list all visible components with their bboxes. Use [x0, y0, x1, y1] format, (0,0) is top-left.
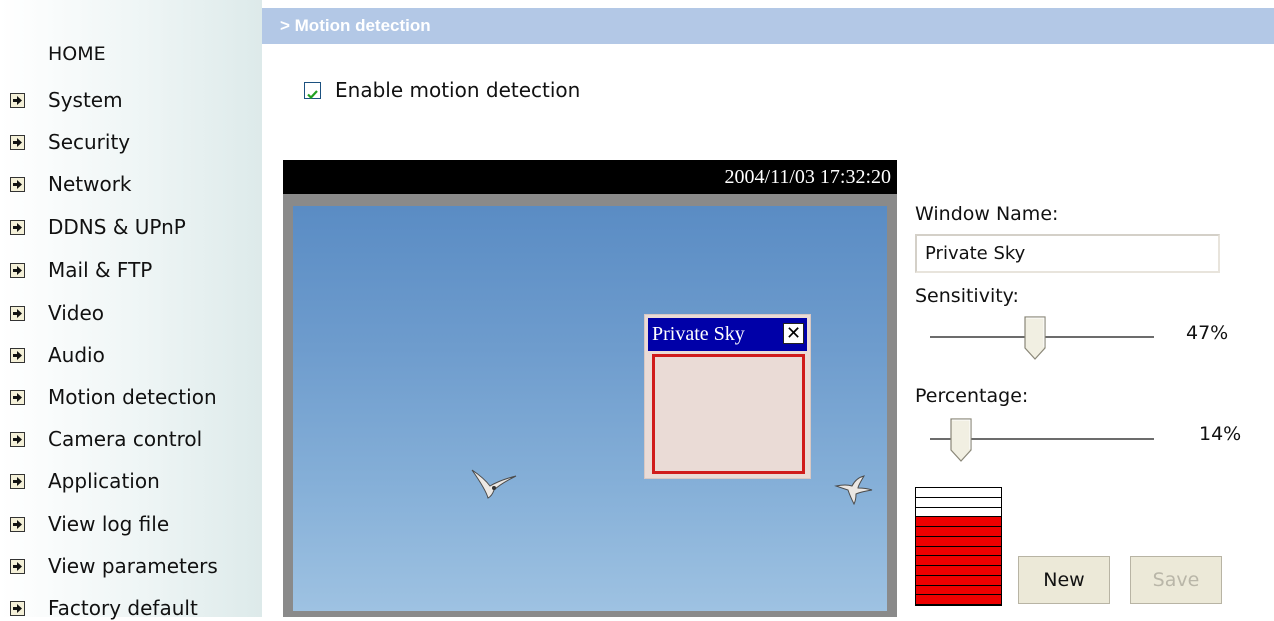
sidebar-item-label: Mail & FTP	[48, 258, 153, 282]
new-button[interactable]: New	[1018, 556, 1110, 604]
sidebar-item-view-parameters[interactable]: View parameters	[10, 553, 218, 579]
motion-window[interactable]: Private Sky ✕	[644, 314, 811, 479]
arrow-right-icon	[10, 176, 25, 192]
sidebar-item-label: Factory default	[48, 596, 198, 620]
level-cell	[916, 536, 1001, 547]
slider-thumb[interactable]	[950, 418, 972, 462]
arrow-right-icon	[10, 600, 25, 616]
arrow-right-icon	[10, 92, 25, 108]
home-link[interactable]: HOME	[48, 43, 106, 65]
timestamp-bar: 2004/11/03 17:32:20	[283, 160, 897, 194]
window-name-input[interactable]	[915, 234, 1220, 273]
section-header: > Motion detection	[262, 8, 1274, 44]
level-cell	[916, 556, 1001, 566]
page-title: > Motion detection	[280, 16, 431, 35]
percentage-value: 14%	[1199, 423, 1242, 445]
sensitivity-slider[interactable]	[930, 316, 1154, 360]
level-cell	[916, 527, 1001, 537]
level-cell	[916, 595, 1001, 605]
sidebar-item-label: Motion detection	[48, 385, 217, 409]
level-cell	[916, 575, 1001, 586]
motion-window-area[interactable]	[652, 354, 805, 474]
level-cell	[916, 585, 1001, 596]
sidebar-item-security[interactable]: Security	[10, 129, 130, 155]
sidebar-item-audio[interactable]: Audio	[10, 342, 105, 368]
activity-level-meter	[915, 487, 1002, 606]
sidebar-item-label: Audio	[48, 343, 105, 367]
sensitivity-value: 47%	[1186, 322, 1229, 344]
sidebar-item-factory-default[interactable]: Factory default	[10, 595, 198, 621]
arrow-right-icon	[10, 389, 25, 405]
arrow-right-icon	[10, 262, 25, 278]
window-name-label: Window Name:	[915, 203, 1059, 225]
timestamp: 2004/11/03 17:32:20	[724, 165, 891, 188]
arrow-right-icon	[10, 347, 25, 363]
sidebar-item-ddns-upnp[interactable]: DDNS & UPnP	[10, 214, 186, 240]
enable-motion-row[interactable]: Enable motion detection	[304, 78, 580, 102]
close-icon[interactable]: ✕	[783, 323, 804, 344]
sidebar-item-label: System	[48, 88, 123, 112]
arrow-right-icon	[10, 305, 25, 321]
sidebar-item-label: DDNS & UPnP	[48, 215, 186, 239]
sidebar-item-camera-control[interactable]: Camera control	[10, 426, 202, 452]
motion-window-title: Private Sky	[652, 323, 745, 345]
level-cell	[916, 488, 1001, 498]
level-cell	[916, 517, 1001, 527]
level-cell	[916, 507, 1001, 518]
percentage-label: Percentage:	[915, 385, 1029, 407]
level-cell	[916, 546, 1001, 557]
sidebar-item-application[interactable]: Application	[10, 468, 160, 494]
percentage-slider[interactable]	[930, 418, 1154, 462]
sidebar-item-system[interactable]: System	[10, 87, 123, 113]
sidebar: HOME System Security Network DDNS & UPnP Mai…	[0, 0, 262, 620]
sidebar-item-view-log-file[interactable]: View log file	[10, 511, 169, 537]
sidebar-item-motion-detection[interactable]: Motion detection	[10, 384, 217, 410]
arrow-right-icon	[10, 473, 25, 489]
arrow-right-icon	[10, 516, 25, 532]
sidebar-item-label: Application	[48, 469, 160, 493]
bird-icon	[834, 475, 873, 506]
bird-icon	[471, 469, 517, 499]
sidebar-item-network[interactable]: Network	[10, 171, 132, 197]
slider-thumb[interactable]	[1024, 316, 1046, 360]
level-cell	[916, 566, 1001, 576]
arrow-right-icon	[10, 558, 25, 574]
checkmark-icon	[307, 89, 318, 99]
arrow-right-icon	[10, 431, 25, 447]
sidebar-item-label: Security	[48, 130, 131, 154]
sidebar-item-label: Video	[48, 301, 105, 325]
arrow-right-icon	[10, 219, 25, 235]
sensitivity-label: Sensitivity:	[915, 285, 1019, 307]
sidebar-item-label: View parameters	[48, 554, 218, 578]
sidebar-item-label: View log file	[48, 512, 170, 536]
sidebar-item-video[interactable]: Video	[10, 300, 104, 326]
sidebar-item-mail-ftp[interactable]: Mail & FTP	[10, 257, 152, 283]
sidebar-item-label: Camera control	[48, 427, 203, 451]
arrow-right-icon	[10, 134, 25, 150]
save-button[interactable]: Save	[1130, 556, 1222, 604]
sidebar-item-label: Network	[48, 172, 132, 196]
enable-motion-checkbox[interactable]	[304, 81, 321, 99]
level-cell	[916, 497, 1001, 508]
enable-motion-label: Enable motion detection	[335, 78, 581, 102]
